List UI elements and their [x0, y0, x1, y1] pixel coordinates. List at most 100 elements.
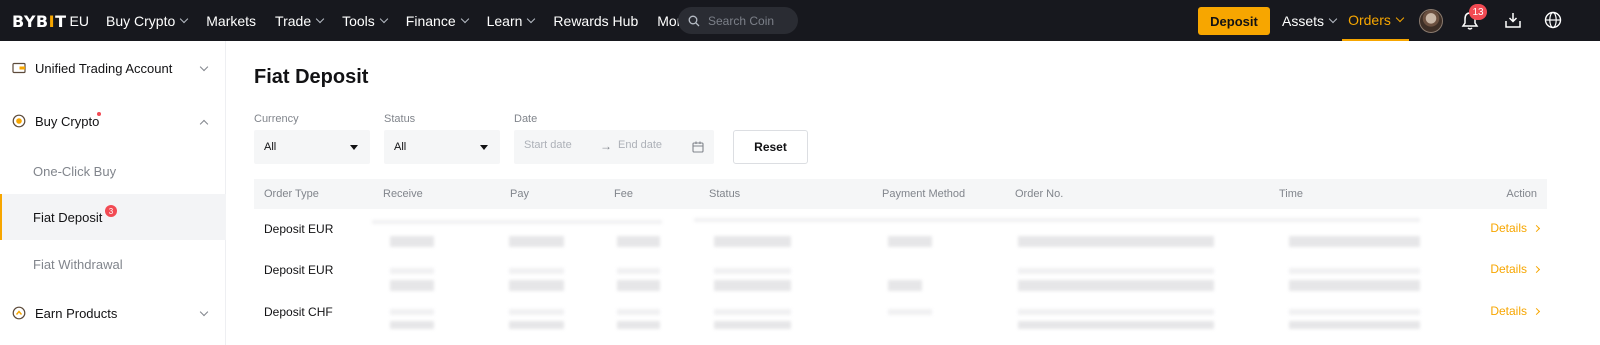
nav-learn[interactable]: Learn: [487, 13, 536, 29]
nav-finance[interactable]: Finance: [406, 13, 469, 29]
table-header: Order Type Receive Pay Fee Status Paymen…: [254, 179, 1547, 209]
earn-icon: [12, 306, 26, 320]
sidebar-group-unified-trading-account[interactable]: Unified Trading Account: [0, 42, 226, 94]
avatar[interactable]: [1419, 9, 1443, 33]
sidebar-group-earn-products[interactable]: Earn Products: [0, 287, 226, 339]
redacted-value: [694, 218, 1420, 222]
chevron-right-icon: [1532, 307, 1541, 315]
redacted-value: [1018, 321, 1214, 329]
chevron-down-icon: [527, 14, 536, 23]
nav-trade[interactable]: Trade: [275, 13, 325, 29]
column-pay: Pay: [510, 188, 529, 200]
coin-icon: [12, 114, 26, 128]
redacted-value: [390, 280, 434, 291]
redacted-value: [509, 236, 564, 247]
redacted-value: [714, 268, 791, 274]
status-label: Status: [384, 113, 416, 125]
page-title: Fiat Deposit: [254, 66, 369, 88]
chevron-down-icon: [199, 307, 209, 317]
redacted-value: [390, 236, 434, 247]
start-date-input[interactable]: [524, 139, 594, 151]
download-icon[interactable]: [1504, 11, 1522, 29]
nav-tools[interactable]: Tools: [342, 13, 389, 29]
redacted-value: [509, 280, 564, 291]
sidebar-item-fiat-withdrawal[interactable]: Fiat Withdrawal: [0, 241, 226, 287]
column-payment-method: Payment Method: [882, 188, 966, 200]
redacted-value: [617, 309, 660, 315]
assets-menu[interactable]: Assets: [1282, 0, 1338, 41]
redacted-value: [1289, 236, 1420, 247]
search-box[interactable]: [678, 7, 798, 34]
chevron-right-icon: [1532, 224, 1541, 232]
details-link[interactable]: Details: [1490, 262, 1541, 276]
redacted-value: [390, 309, 434, 315]
redacted-value: [617, 236, 660, 247]
chevron-down-icon: [315, 14, 325, 23]
redacted-value: [390, 268, 434, 274]
redacted-value: [1289, 321, 1420, 329]
chevron-right-icon: [1532, 265, 1541, 273]
arrow-right-icon: →: [600, 139, 612, 153]
calendar-icon[interactable]: [692, 141, 704, 153]
table-row: Deposit EUR Details: [254, 209, 1547, 250]
column-action: Action: [1506, 188, 1537, 200]
sidebar: Unified Trading Account Buy Crypto One-C…: [0, 41, 226, 345]
redacted-value: [1018, 309, 1214, 315]
redacted-value: [1018, 268, 1214, 274]
search-icon: [688, 15, 700, 26]
currency-select[interactable]: All: [254, 130, 370, 164]
redacted-value: [372, 220, 662, 224]
order-type: Deposit EUR: [264, 263, 334, 277]
deposit-button[interactable]: Deposit: [1198, 7, 1270, 35]
date-range-picker[interactable]: →: [514, 130, 714, 164]
logo-region: EU: [69, 13, 89, 29]
redacted-value: [617, 321, 660, 329]
logo-wordmark: BYBIT: [12, 11, 67, 31]
end-date-input[interactable]: [618, 139, 688, 151]
redacted-value: [509, 309, 564, 315]
nav-rewards-hub[interactable]: Rewards Hub: [553, 13, 638, 29]
sidebar-group-label: Unified Trading Account: [35, 60, 173, 76]
redacted-value: [888, 280, 922, 291]
redacted-value: [714, 280, 791, 291]
caret-down-icon: [480, 145, 488, 150]
chevron-down-icon: [1328, 14, 1338, 23]
sidebar-group-label: Buy Crypto: [35, 113, 100, 129]
currency-label: Currency: [254, 113, 299, 125]
details-link[interactable]: Details: [1490, 221, 1541, 235]
fiat-deposit-badge: 3: [105, 205, 117, 217]
globe-icon[interactable]: [1544, 11, 1562, 29]
order-type: Deposit EUR: [264, 222, 334, 236]
sidebar-item-fiat-deposit[interactable]: Fiat Deposit 3: [0, 194, 226, 240]
nav-buy-crypto[interactable]: Buy Crypto: [106, 13, 189, 29]
chevron-down-icon: [180, 14, 189, 23]
redacted-value: [1018, 236, 1214, 247]
redacted-value: [509, 321, 564, 329]
redacted-value: [714, 236, 791, 247]
table-row: Deposit CHF Details: [254, 292, 1547, 333]
sidebar-item-one-click-buy[interactable]: One-Click Buy: [0, 148, 226, 194]
redacted-value: [1289, 309, 1420, 315]
status-select[interactable]: All: [384, 130, 500, 164]
redacted-value: [714, 321, 791, 329]
chevron-up-icon: [199, 119, 209, 129]
reset-button[interactable]: Reset: [733, 130, 808, 164]
orders-menu[interactable]: Orders: [1342, 0, 1409, 41]
bybit-logo[interactable]: BYBIT EU: [12, 11, 89, 31]
nav-markets[interactable]: Markets: [206, 13, 256, 29]
redacted-value: [1018, 280, 1214, 291]
details-link[interactable]: Details: [1490, 304, 1541, 318]
caret-down-icon: [350, 145, 358, 150]
search-input[interactable]: [708, 13, 788, 28]
order-type: Deposit CHF: [264, 305, 333, 319]
main-menu: Buy Crypto Markets Trade Tools Finance L…: [106, 0, 720, 41]
sidebar-group-buy-crypto[interactable]: Buy Crypto: [0, 95, 226, 147]
redacted-value: [617, 280, 660, 291]
wallet-icon: [12, 62, 26, 74]
column-status: Status: [709, 188, 741, 200]
chevron-down-icon: [379, 14, 389, 23]
date-label: Date: [514, 113, 538, 125]
new-dot: [97, 112, 101, 116]
redacted-value: [1289, 280, 1420, 291]
column-receive: Receive: [383, 188, 423, 200]
